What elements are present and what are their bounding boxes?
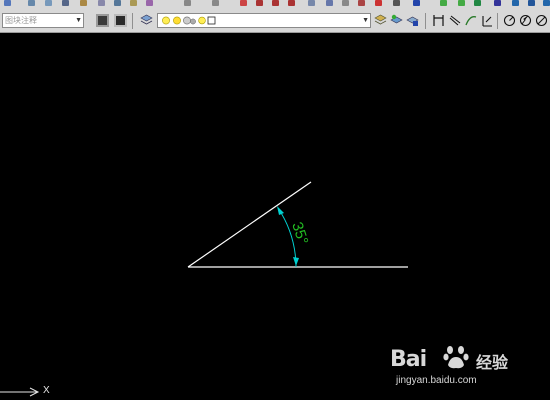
ucs-icon [0, 385, 60, 399]
watermark-url: jingyan.baidu.com [396, 375, 477, 386]
ucs-x-axis-label: X [43, 385, 50, 396]
paw-icon [443, 346, 469, 369]
drawing-canvas[interactable]: 35° [0, 0, 550, 400]
dimension-arrowhead-bottom [293, 257, 299, 266]
watermark-brand-cn: 经验 [476, 355, 509, 372]
watermark: Bai 经验 jingyan.baidu.com [390, 343, 540, 393]
angle-dimension-text[interactable]: 35° [288, 220, 311, 247]
watermark-brand: Bai [390, 347, 427, 372]
dimension-arrowhead-top [277, 206, 284, 215]
